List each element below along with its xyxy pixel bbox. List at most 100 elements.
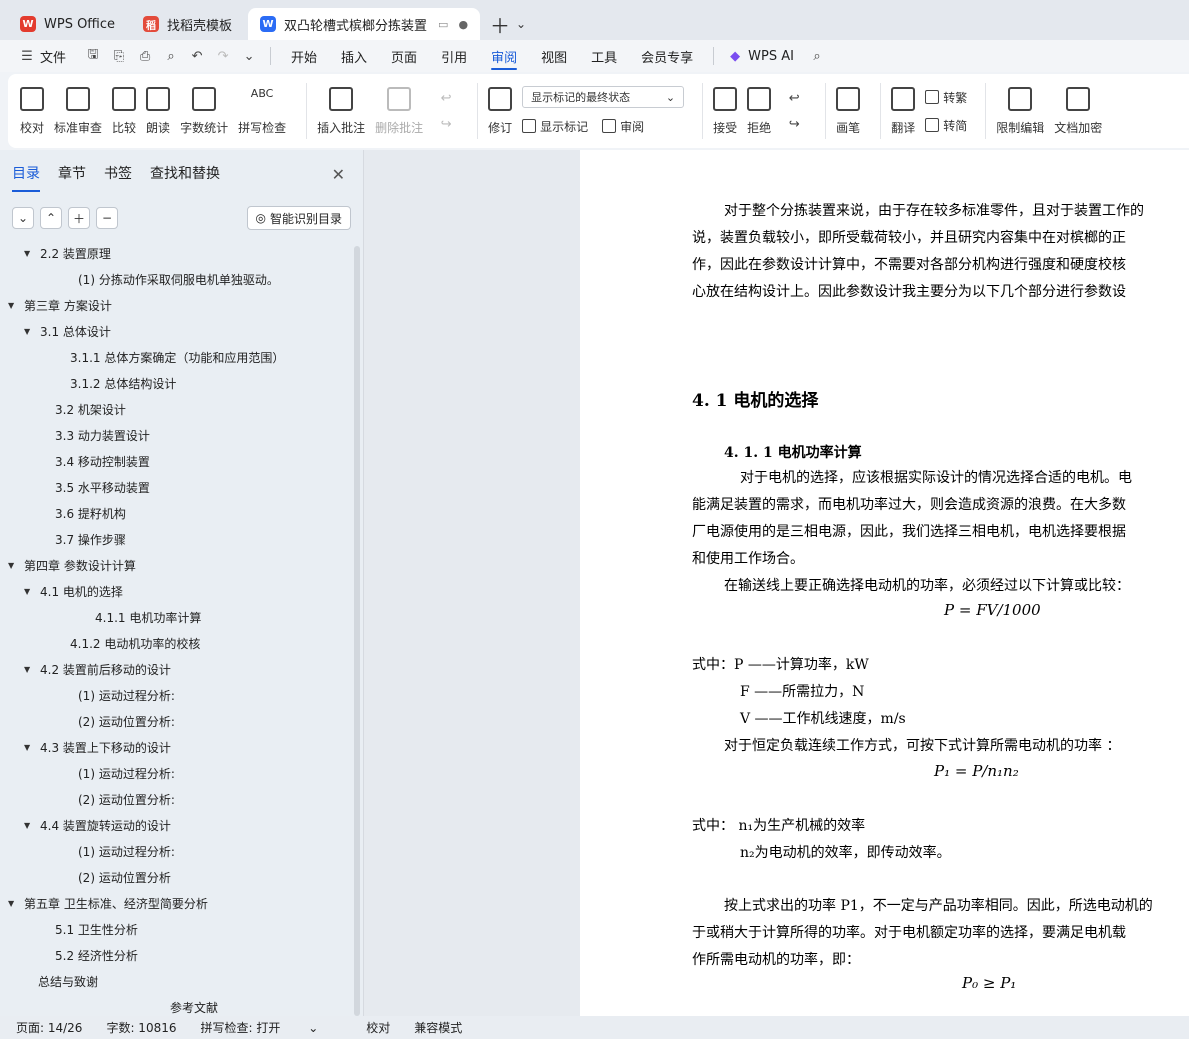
toc-item[interactable]: 3.7 操作步骤 [0, 526, 352, 552]
tab-chapters[interactable]: 章节 [58, 150, 86, 196]
word-count-button[interactable]: 字数统计 [180, 78, 228, 144]
save-icon[interactable]: 🖫 [84, 47, 102, 65]
toc-item[interactable]: 总结与致谢 [0, 968, 352, 994]
reject-button[interactable]: 拒绝 [747, 78, 771, 144]
tab-bookmarks[interactable]: 书签 [104, 150, 132, 196]
smart-toc-button[interactable]: ◎ 智能识别目录 [246, 206, 351, 230]
toc-item[interactable]: ▼ 第三章 方案设计 [0, 292, 352, 318]
proofread-status[interactable]: 校对 [366, 1019, 390, 1036]
more-chevron-icon[interactable]: ⌄ [240, 47, 258, 65]
add-icon[interactable]: ＋ [68, 207, 90, 229]
toc-item[interactable]: ▼ 第四章 参数设计计算 [0, 552, 352, 578]
pen-button[interactable]: 画笔 [836, 78, 860, 144]
toc-item[interactable]: 3.6 提籽机构 [0, 500, 352, 526]
expand-triangle-icon[interactable]: ▼ [24, 743, 34, 752]
unsaved-dot-icon[interactable]: ● [458, 18, 468, 31]
menu-review[interactable]: 审阅 [479, 40, 529, 72]
prev-change-icon[interactable]: ↩ [785, 89, 803, 107]
prev-comment-icon[interactable]: ↩ [437, 89, 455, 107]
export-icon[interactable]: ⎘ [110, 47, 128, 65]
toc-item[interactable]: ▼ 4.2 装置前后移动的设计 [0, 656, 352, 682]
toc-item[interactable]: 3.3 动力装置设计 [0, 422, 352, 448]
menu-vip[interactable]: 会员专享 [629, 40, 705, 72]
toc-item[interactable]: 3.2 机架设计 [0, 396, 352, 422]
menu-insert[interactable]: 插入 [329, 40, 379, 72]
next-change-icon[interactable]: ↪ [785, 115, 803, 133]
word-count[interactable]: 字数: 10816 [106, 1019, 176, 1036]
toc-item[interactable]: 3.5 水平移动装置 [0, 474, 352, 500]
tab-find-replace[interactable]: 查找和替换 [150, 150, 220, 196]
toc-item[interactable]: ▼ 2.2 装置原理 [0, 240, 352, 266]
toc-item[interactable]: (2) 运动位置分析: [0, 786, 352, 812]
expand-triangle-icon[interactable]: ▼ [24, 249, 34, 258]
toc-item[interactable]: ▼ 第五章 卫生标准、经济型简要分析 [0, 890, 352, 916]
toc-item[interactable]: 3.4 移动控制装置 [0, 448, 352, 474]
track-changes-button[interactable]: 修订 [488, 78, 512, 144]
tab-templates[interactable]: 稻 找稻壳模板 [131, 8, 245, 40]
menu-tools[interactable]: 工具 [579, 40, 629, 72]
toc-item[interactable]: 参考文献 [0, 994, 352, 1015]
expand-triangle-icon[interactable]: ▼ [8, 899, 18, 908]
toc-item[interactable]: 3.1.2 总体结构设计 [0, 370, 352, 396]
search-icon[interactable]: ⌕ [808, 47, 826, 65]
reviewing-pane-button[interactable]: 审阅 [602, 116, 644, 136]
standard-review-button[interactable]: 标准审查 [54, 78, 102, 144]
menu-view[interactable]: 视图 [529, 40, 579, 72]
expand-triangle-icon[interactable]: ▼ [24, 665, 34, 674]
toc-item[interactable]: 5.2 经济性分析 [0, 942, 352, 968]
read-aloud-button[interactable]: 朗读 [146, 78, 170, 144]
hamburger-icon[interactable]: ☰ [18, 47, 36, 65]
page-indicator[interactable]: 页面: 14/26 [16, 1019, 82, 1036]
toc-item[interactable]: (2) 运动位置分析: [0, 708, 352, 734]
redo-icon[interactable]: ↷ [214, 47, 232, 65]
toc-item[interactable]: ▼ 4.3 装置上下移动的设计 [0, 734, 352, 760]
menu-start[interactable]: 开始 [279, 40, 329, 72]
close-icon[interactable]: ✕ [332, 165, 345, 184]
toc-item[interactable]: (2) 运动位置分析 [0, 864, 352, 890]
print-icon[interactable]: ⎙ [136, 47, 154, 65]
undo-icon[interactable]: ↶ [188, 47, 206, 65]
markup-state-select[interactable]: 显示标记的最终状态 ⌄ [522, 86, 685, 108]
toc-item[interactable]: ▼ 4.1 电机的选择 [0, 578, 352, 604]
encrypt-button[interactable]: 文档加密 [1054, 78, 1102, 144]
toc-item[interactable]: (1) 运动过程分析: [0, 838, 352, 864]
delete-comment-button[interactable]: 删除批注 [375, 78, 423, 144]
toc-item[interactable]: 5.1 卫生性分析 [0, 916, 352, 942]
insert-comment-button[interactable]: 插入批注 [317, 78, 365, 144]
print-preview-icon[interactable]: ⌕ [162, 47, 180, 65]
tab-list-chevron-icon[interactable]: ⌄ [516, 8, 526, 40]
wps-ai-button[interactable]: WPS AI [748, 49, 794, 64]
tab-document[interactable]: W 双凸轮槽式槟榔分拣装置（分 ▭ ● [248, 8, 481, 40]
toc-item[interactable]: (1) 运动过程分析: [0, 760, 352, 786]
to-simplified-button[interactable]: 转简 [925, 115, 967, 135]
new-tab-button[interactable]: ＋ [490, 8, 510, 40]
monitor-icon[interactable]: ▭ [438, 18, 448, 31]
toc-item[interactable]: 4.1.1 电机功率计算 [0, 604, 352, 630]
toc-scrollbar[interactable] [354, 246, 360, 1016]
wps-ai-icon[interactable]: ◆ [726, 47, 744, 65]
remove-icon[interactable]: − [96, 207, 118, 229]
menu-reference[interactable]: 引用 [429, 40, 479, 72]
menu-page[interactable]: 页面 [379, 40, 429, 72]
tab-wps-office[interactable]: W WPS Office [8, 8, 128, 40]
restrict-edit-button[interactable]: 限制编辑 [996, 78, 1044, 144]
to-traditional-button[interactable]: 转繁 [925, 87, 967, 107]
toc-item[interactable]: ▼ 4.4 装置旋转运动的设计 [0, 812, 352, 838]
collapse-down-icon[interactable]: ⌄ [12, 207, 34, 229]
tab-toc[interactable]: 目录 [12, 150, 40, 196]
toc-item[interactable]: 4.1.2 电动机功率的校核 [0, 630, 352, 656]
expand-triangle-icon[interactable]: ▼ [24, 821, 34, 830]
toc-item[interactable]: (1) 分拣动作采取伺服电机单独驱动。 [0, 266, 352, 292]
file-menu[interactable]: 文件 [40, 47, 66, 66]
toc-item[interactable]: ▼ 3.1 总体设计 [0, 318, 352, 344]
expand-triangle-icon[interactable]: ▼ [8, 301, 18, 310]
accept-button[interactable]: 接受 [713, 78, 737, 144]
expand-triangle-icon[interactable]: ▼ [24, 587, 34, 596]
toc-item[interactable]: (1) 运动过程分析: [0, 682, 352, 708]
next-comment-icon[interactable]: ↪ [437, 115, 455, 133]
compare-button[interactable]: 比较 [112, 78, 136, 144]
spell-check-button[interactable]: ABC 拼写检查 [238, 78, 286, 144]
show-markup-button[interactable]: 显示标记 [522, 116, 588, 136]
collapse-up-icon[interactable]: ⌃ [40, 207, 62, 229]
expand-triangle-icon[interactable]: ▼ [8, 561, 18, 570]
